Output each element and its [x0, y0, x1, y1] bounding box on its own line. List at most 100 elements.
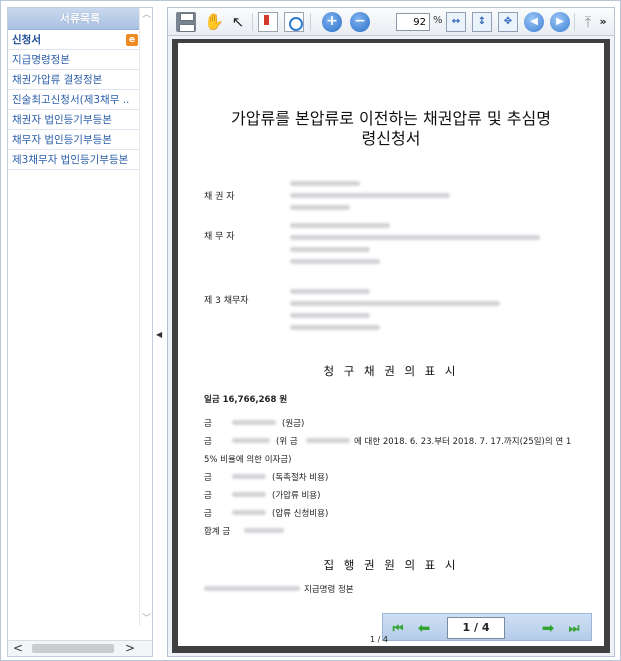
document-item-debtor-registry[interactable]: 채무자 법인등기부등본: [8, 130, 141, 150]
hand-icon[interactable]: ✋: [204, 12, 224, 32]
document-item-label: 진술최고신청서(제3채무 ..: [12, 94, 130, 106]
redacted-text: [204, 586, 300, 591]
claim-line-prefix: 금: [204, 509, 212, 519]
redacted-text: [290, 301, 500, 306]
redacted-text: [232, 492, 266, 497]
document-item-label: 채권가압류 결정정본: [12, 74, 103, 86]
document-page: 가압류를 본압류로 이전하는 채권압류 및 추심명 령신청서 채 권 자 채 무…: [178, 43, 604, 646]
app-frame: 서류목록 신청서 e 지급명령정본 채권가압류 결정정본 진술최고신청서(제3채…: [0, 0, 621, 661]
claim-line-text: (위 금: [276, 437, 298, 447]
zoom-out-icon[interactable]: −: [350, 12, 370, 32]
page-footer: 1 / 4: [370, 635, 388, 644]
claim-line-text: (원금): [282, 419, 305, 429]
document-item-provisional-seizure-decision[interactable]: 채권가압류 결정정본: [8, 70, 141, 90]
redacted-text: [290, 313, 370, 318]
document-item-creditor-registry[interactable]: 채권자 법인등기부등본: [8, 110, 141, 130]
redacted-text: [290, 259, 380, 264]
document-item-label: 제3채무자 법인등기부등본: [12, 154, 129, 166]
zoom-in-icon[interactable]: +: [322, 12, 342, 32]
document-canvas[interactable]: 가압류를 본압류로 이전하는 채권압류 및 추심명 령신청서 채 권 자 채 무…: [172, 39, 610, 653]
sidebar-vertical-scrollbar[interactable]: ︿ ﹀: [139, 8, 152, 626]
scrollbar-thumb[interactable]: [32, 644, 114, 653]
first-page-icon[interactable]: ⏮: [389, 619, 407, 637]
sidebar-horizontal-scrollbar[interactable]: < >: [8, 640, 152, 656]
toolbar-divider: [574, 13, 575, 31]
claim-line-text: (독촉절차 비용): [272, 473, 329, 483]
claim-line-prefix: 금: [204, 419, 212, 429]
redacted-text: [232, 510, 266, 515]
creditor-label: 채 권 자: [204, 192, 235, 202]
document-title: 가압류를 본압류로 이전하는 채권압류 및 추심명 령신청서: [178, 109, 604, 149]
redacted-text: [290, 289, 370, 294]
document-item-label: 채무자 법인등기부등본: [12, 134, 112, 146]
pdf-viewer: ✋ ↖ + − % ↔ ↕ ✥ ◀ ▶ ⤒ » 가압류를 본압류로 이전하는 채…: [167, 7, 615, 657]
enforcement-section-title: 집 행 권 원 의 표 시: [323, 558, 459, 572]
redacted-text: [244, 528, 284, 533]
print-icon[interactable]: [176, 12, 196, 32]
viewer-toolbar: ✋ ↖ + − % ↔ ↕ ✥ ◀ ▶ ⤒ »: [168, 8, 614, 36]
page-number-input[interactable]: 1 / 4: [447, 617, 505, 639]
next-view-icon[interactable]: ▶: [550, 12, 570, 32]
panel-splitter[interactable]: ◀: [154, 7, 164, 657]
redacted-text: [232, 438, 270, 443]
fit-height-icon[interactable]: ↕: [472, 12, 492, 32]
scroll-down-icon[interactable]: ﹀: [140, 612, 153, 626]
claim-line-prefix: 금: [204, 491, 212, 501]
redacted-text: [290, 247, 370, 252]
enforcement-text: 지급명령 정본: [304, 585, 354, 595]
redacted-text: [232, 474, 266, 479]
collapse-arrow-icon[interactable]: ◀: [156, 329, 162, 341]
last-page-icon[interactable]: ⏭: [565, 619, 583, 637]
page-navigator: ⏮ ⬅ 1 / 4 ➡ ⏭: [382, 613, 592, 641]
document-item-third-debtor-registry[interactable]: 제3채무자 법인등기부등본: [8, 150, 141, 170]
claim-line-prefix: 합계 금: [204, 527, 231, 537]
prev-view-icon[interactable]: ◀: [524, 12, 544, 32]
document-item-statement-request[interactable]: 진술최고신청서(제3채무 ..: [8, 90, 141, 110]
document-item-label: 신청서: [12, 34, 41, 46]
redacted-text: [290, 181, 360, 186]
document-list-header: 서류목록: [8, 8, 152, 30]
select-text-icon[interactable]: ↖: [228, 12, 248, 32]
redacted-text: [290, 193, 450, 198]
document-list: 신청서 e 지급명령정본 채권가압류 결정정본 진술최고신청서(제3채무 .. …: [8, 30, 141, 170]
prev-page-icon[interactable]: ⬅: [415, 619, 433, 637]
claim-line-text2: 에 대한 2018. 6. 23.부터 2018. 7. 17.까지(25일)의…: [354, 437, 572, 447]
fit-page-icon[interactable]: ✥: [498, 12, 518, 32]
redacted-text: [290, 325, 380, 330]
document-list-panel: 서류목록 신청서 e 지급명령정본 채권가압류 결정정본 진술최고신청서(제3채…: [7, 7, 153, 657]
zoom-unit: %: [433, 15, 443, 26]
document-title-line1: 가압류를 본압류로 이전하는 채권압류 및 추심명: [231, 109, 551, 128]
thumbnail-icon[interactable]: [284, 12, 304, 32]
claim-line-text: (압류 신청비용): [272, 509, 329, 519]
fit-width-icon[interactable]: ↔: [446, 12, 466, 32]
document-item-payment-order[interactable]: 지급명령정본: [8, 50, 141, 70]
claim-line-prefix: 금: [204, 437, 212, 447]
claim-line-text: (가압류 비용): [272, 491, 321, 501]
claim-total: 일금 16,766,268 원: [204, 395, 288, 405]
scroll-left-icon[interactable]: <: [10, 641, 26, 656]
edit-icon[interactable]: e: [126, 34, 138, 46]
toolbar-divider: [310, 13, 311, 31]
bookmark-icon[interactable]: [258, 12, 278, 32]
redacted-text: [306, 438, 350, 443]
zoom-input[interactable]: [396, 13, 430, 31]
document-item-label: 지급명령정본: [12, 54, 70, 66]
claim-line-prefix: 금: [204, 473, 212, 483]
document-title-line2: 령신청서: [361, 129, 421, 148]
redacted-text: [290, 205, 350, 210]
claim-section-title: 청 구 채 권 의 표 시: [323, 364, 459, 378]
scroll-up-icon[interactable]: ︿: [140, 8, 153, 22]
document-item-label: 채권자 법인등기부등본: [12, 114, 112, 126]
next-page-icon[interactable]: ➡: [539, 619, 557, 637]
redacted-text: [290, 223, 390, 228]
third-debtor-label: 제 3 채무자: [204, 296, 249, 306]
toolbar-divider: [252, 13, 253, 31]
claim-line-text: 5% 비율에 의한 이자금): [204, 455, 292, 465]
top-icon[interactable]: ⤒: [578, 12, 598, 32]
more-icon[interactable]: »: [596, 12, 610, 32]
redacted-text: [290, 235, 540, 240]
redacted-text: [232, 420, 276, 425]
debtor-label: 채 무 자: [204, 232, 235, 242]
document-item-application[interactable]: 신청서 e: [8, 30, 141, 50]
scroll-right-icon[interactable]: >: [122, 641, 138, 656]
